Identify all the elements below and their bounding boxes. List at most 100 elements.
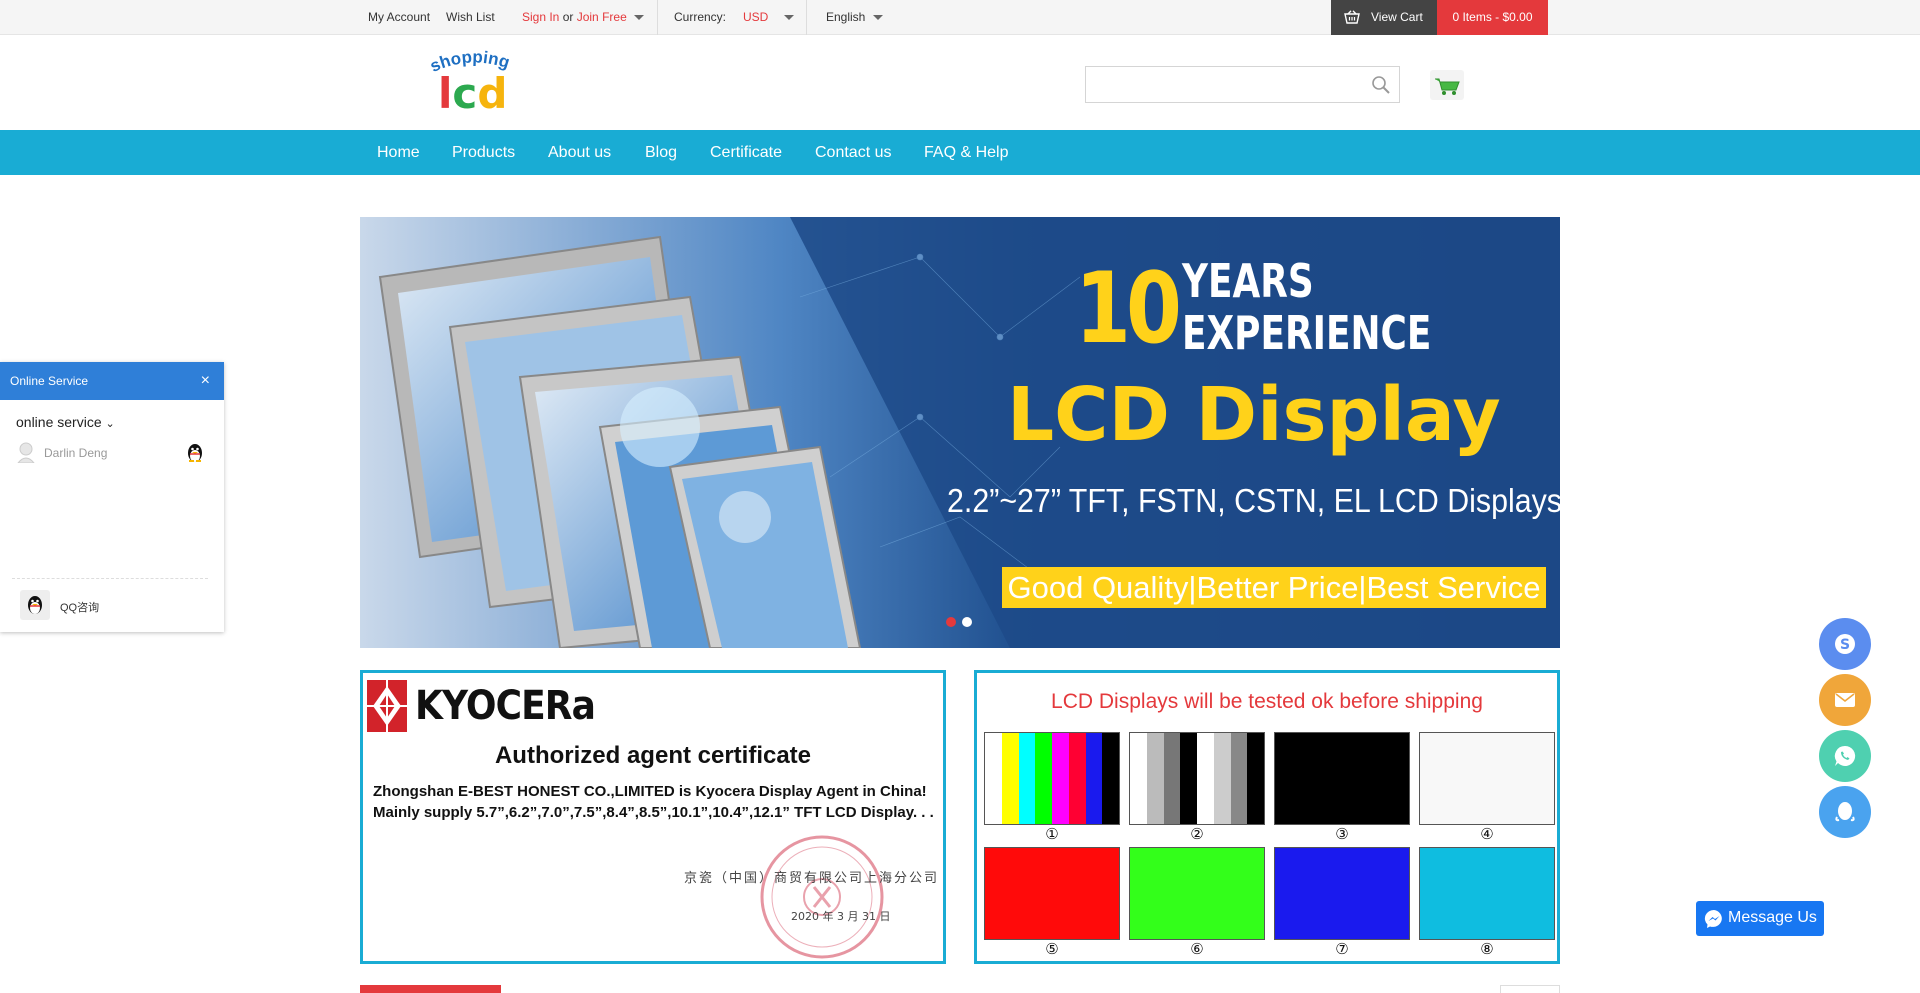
swatch-color-bars xyxy=(984,732,1120,825)
view-cart-label: View Cart xyxy=(1371,10,1423,24)
wish-list-link[interactable]: Wish List xyxy=(446,10,495,24)
nav-about-us[interactable]: About us xyxy=(548,144,611,162)
qq-button[interactable] xyxy=(1819,786,1871,838)
service-group-toggle[interactable]: online service ⌄ xyxy=(16,414,115,430)
nav-faq-help[interactable]: FAQ & Help xyxy=(924,144,1008,162)
banner-headline: LCD Display xyxy=(1007,372,1501,458)
swatch-blue xyxy=(1274,847,1410,940)
qq-penguin-icon xyxy=(28,596,42,614)
search-input[interactable] xyxy=(1086,67,1356,102)
certificate-line1: Zhongshan E-BEST HONEST CO.,LIMITED is K… xyxy=(373,783,927,800)
swatch-red xyxy=(984,847,1120,940)
sign-in-link[interactable]: Sign In xyxy=(522,10,559,24)
swatch-label: ⑤ xyxy=(1045,940,1059,958)
divider xyxy=(657,0,658,35)
top-bar: My Account Wish List Sign In or Join Fre… xyxy=(0,0,1920,35)
close-icon[interactable]: × xyxy=(201,372,210,390)
kyocera-logo-icon xyxy=(367,680,407,732)
logo-text-main: lcd xyxy=(438,69,507,116)
logo-image: shopping lcd xyxy=(427,47,512,118)
currency-label: Currency: xyxy=(674,10,727,24)
swatch-label: ⑧ xyxy=(1480,940,1494,958)
qq-consult-label[interactable]: QQ咨询 xyxy=(60,599,99,615)
chevron-down-icon: ⌄ xyxy=(105,418,115,430)
qq-icon xyxy=(1835,802,1855,822)
agent-avatar-icon xyxy=(17,442,35,463)
certificate-line2: Mainly supply 5.7”,6.2”,7.0”,7.5”,8.4”,8… xyxy=(373,804,934,821)
cart-icon xyxy=(1435,78,1460,95)
nav-contact-us[interactable]: Contact us xyxy=(815,144,891,162)
years-line2: EXPERIENCE xyxy=(1182,306,1432,360)
online-service-widget: Online Service × online service ⌄ Darlin… xyxy=(0,362,224,632)
divider xyxy=(12,578,208,579)
nav-blog[interactable]: Blog xyxy=(645,144,677,162)
slide-dot-2[interactable] xyxy=(962,617,972,627)
kyocera-certificate[interactable]: KYOCERa Authorized agent certificate Zho… xyxy=(360,670,946,964)
qq-consult-button[interactable] xyxy=(20,590,50,620)
swatch-label: ⑦ xyxy=(1335,940,1349,958)
nav-home[interactable]: Home xyxy=(377,144,420,162)
lcd-test-panel[interactable]: LCD Displays will be tested ok before sh… xyxy=(974,670,1560,964)
online-service-title: Online Service xyxy=(10,374,89,388)
section-tab[interactable] xyxy=(360,985,501,993)
swatch-black xyxy=(1274,732,1410,825)
language-select[interactable]: English xyxy=(826,10,883,24)
years-line1: YEARS xyxy=(1182,254,1314,308)
kyocera-brand: KYOCERa xyxy=(415,683,596,729)
banner-tagline: Good Quality|Better Price|Best Service xyxy=(1002,567,1546,608)
svg-text:S: S xyxy=(1840,637,1850,653)
nav-products[interactable]: Products xyxy=(452,144,515,162)
currency-value: USD xyxy=(743,10,769,24)
certificate-title: Authorized agent certificate xyxy=(494,742,812,769)
language-value: English xyxy=(826,10,866,24)
chevron-down-icon[interactable] xyxy=(634,15,645,21)
skype-icon: S xyxy=(1835,634,1855,654)
main-nav: Home Products About us Blog Certificate … xyxy=(0,130,1920,175)
swatch-label: ③ xyxy=(1335,825,1349,843)
join-free-link[interactable]: Join Free xyxy=(577,10,627,24)
whatsapp-icon xyxy=(1834,745,1856,766)
swatch-green xyxy=(1129,847,1265,940)
official-stamp-icon xyxy=(760,835,884,959)
swatch-label: ④ xyxy=(1480,825,1494,843)
years-number: 10 xyxy=(1075,252,1182,366)
swatch-label: ② xyxy=(1190,825,1204,843)
account-links: Sign In or Join Free xyxy=(522,10,645,24)
site-logo[interactable]: shopping lcd xyxy=(424,47,524,118)
service-group-label: online service xyxy=(16,414,102,430)
online-service-header: Online Service × xyxy=(0,362,224,400)
or-text: or xyxy=(562,10,574,24)
swatch-white xyxy=(1419,732,1555,825)
view-cart-button[interactable]: View Cart xyxy=(1331,0,1437,35)
hero-banner[interactable]: 10 YEARS EXPERIENCE LCD Display 2.2”~27”… xyxy=(360,217,1560,648)
skype-button[interactable]: S xyxy=(1819,618,1871,670)
search-icon[interactable] xyxy=(1371,75,1391,95)
swatch-label: ① xyxy=(1045,825,1059,843)
chevron-down-icon xyxy=(783,15,794,21)
certificate-date: 2020 年 3 月 31 日 xyxy=(791,910,891,923)
carousel-controls[interactable] xyxy=(1500,985,1560,993)
qq-penguin-icon[interactable] xyxy=(185,442,205,464)
cart-button[interactable] xyxy=(1430,70,1464,100)
basket-icon xyxy=(1344,10,1360,24)
email-button[interactable] xyxy=(1819,674,1871,726)
my-account-link[interactable]: My Account xyxy=(368,10,430,24)
whatsapp-button[interactable] xyxy=(1819,730,1871,782)
nav-certificate[interactable]: Certificate xyxy=(710,144,782,162)
agent-name[interactable]: Darlin Deng xyxy=(44,446,107,460)
years-text: YEARS EXPERIENCE xyxy=(1182,255,1431,359)
divider xyxy=(806,0,807,35)
swatch-gray-bars xyxy=(1129,732,1265,825)
banner-sizes: 2.2”~27” TFT, FSTN, CSTN, EL LCD Display… xyxy=(947,482,1560,519)
slide-dot-1[interactable] xyxy=(946,617,956,627)
swatch-label: ⑥ xyxy=(1190,940,1204,958)
test-panel-title: LCD Displays will be tested ok before sh… xyxy=(1051,690,1483,713)
swatch-cyan xyxy=(1419,847,1555,940)
search-box xyxy=(1085,66,1400,103)
message-us-button[interactable]: Message Us xyxy=(1696,901,1824,936)
cart-summary[interactable]: 0 Items - $0.00 xyxy=(1437,0,1548,35)
currency-select[interactable]: USD xyxy=(743,10,794,24)
mail-icon xyxy=(1835,693,1855,707)
chevron-down-icon xyxy=(872,15,883,21)
message-us-label: Message Us xyxy=(1728,909,1817,926)
